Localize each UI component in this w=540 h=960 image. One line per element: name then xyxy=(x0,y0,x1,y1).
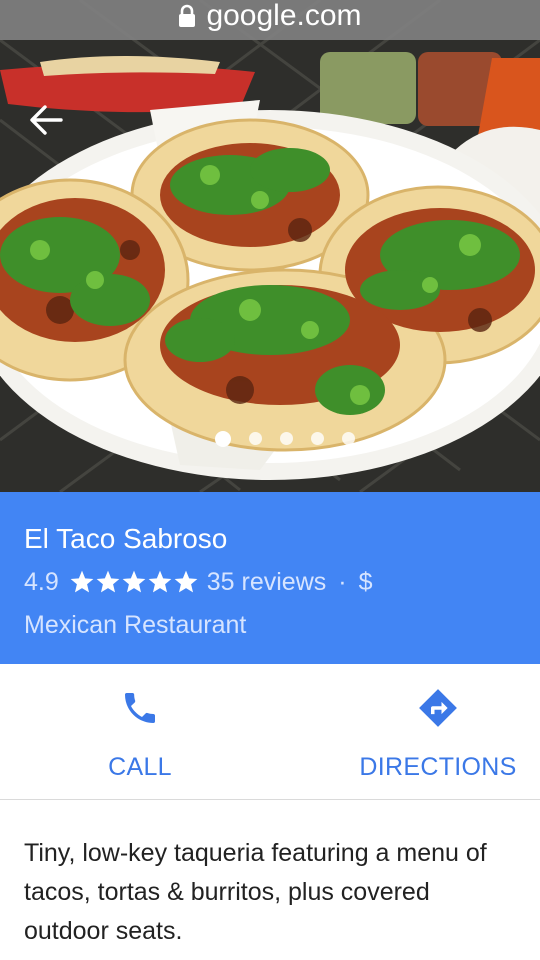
rating-row[interactable]: 4.9 35 reviews · $ xyxy=(24,565,516,599)
lock-icon xyxy=(179,4,196,27)
place-name: El Taco Sabroso xyxy=(24,523,228,554)
place-photo-carousel[interactable]: google.com xyxy=(0,0,540,492)
separator: · xyxy=(338,568,347,596)
carousel-indicator xyxy=(0,431,540,447)
star-icon xyxy=(122,570,146,593)
star-icon xyxy=(148,570,172,593)
price-level: $ xyxy=(358,568,373,596)
star-icon xyxy=(96,570,120,593)
reviews-link[interactable]: 35 reviews xyxy=(207,565,327,599)
carousel-dot[interactable] xyxy=(311,432,324,445)
directions-label: DIRECTIONS xyxy=(359,753,517,781)
carousel-dot[interactable] xyxy=(215,431,231,447)
place-description: Tiny, low-key taqueria featuring a menu … xyxy=(24,839,487,945)
star-icon xyxy=(70,570,94,593)
star-icon xyxy=(174,570,198,593)
carousel-dot[interactable] xyxy=(249,432,262,445)
carousel-dot[interactable] xyxy=(342,432,355,445)
address-bar[interactable]: google.com xyxy=(0,0,540,40)
call-label: CALL xyxy=(108,753,172,781)
directions-button[interactable]: DIRECTIONS xyxy=(352,664,524,800)
tacos-photo xyxy=(0,0,540,492)
place-category: Mexican Restaurant xyxy=(24,611,247,639)
action-bar: CALL DIRECTIONS xyxy=(0,664,540,800)
back-button[interactable] xyxy=(24,100,68,140)
call-button[interactable]: CALL xyxy=(80,664,200,800)
phone-icon xyxy=(125,693,155,723)
url-text: google.com xyxy=(206,0,362,32)
rating-value: 4.9 xyxy=(24,568,59,596)
directions-icon xyxy=(419,689,457,727)
star-rating xyxy=(69,569,199,595)
place-header: El Taco Sabroso 4.9 35 reviews · $ Mexic… xyxy=(0,492,540,664)
carousel-dot[interactable] xyxy=(280,432,293,445)
arrow-left-icon xyxy=(30,105,63,135)
